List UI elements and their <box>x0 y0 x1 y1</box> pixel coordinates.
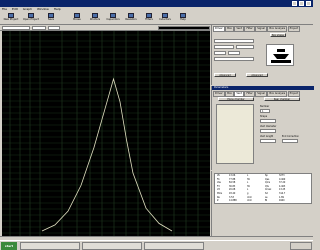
table-cell: ohm <box>247 199 252 203</box>
capacitors-button[interactable]: Capacitors <box>104 13 122 24</box>
boxes-button[interactable]: Boxes <box>68 13 86 24</box>
vent-length-field[interactable] <box>260 139 276 143</box>
advanced-button-1[interactable]: Advanced <box>214 73 236 77</box>
results-table: Vb 13.06 L Sp 3273 Fb 77.88 Hz Qes 0.469 Vas 84.58 L… <box>214 173 312 204</box>
tab-project-2[interactable]: Project <box>287 91 301 97</box>
tab-box-analysis-2[interactable]: Box Analysis <box>267 91 288 97</box>
save-button[interactable]: Save <box>42 13 60 24</box>
title-bar <box>0 0 313 7</box>
driver-field-4[interactable] <box>214 51 226 55</box>
tab-filter[interactable]: Filter <box>244 26 255 32</box>
graph-status-display <box>158 26 210 30</box>
end-correction-field[interactable] <box>282 139 298 143</box>
table-cell: Z <box>217 199 219 203</box>
parameters-tabs: Driver Box Vent Filter Signal Box Analysis Pro… <box>213 91 301 97</box>
taskbar-item-2[interactable] <box>82 242 142 250</box>
frequency-response-graph[interactable] <box>2 31 210 239</box>
chart-canvas <box>2 31 210 239</box>
tab-driver-2[interactable]: Driver <box>213 91 225 97</box>
rear-chamber-tab[interactable]: Rear chamber <box>264 97 300 101</box>
tab-box[interactable]: Box <box>225 26 234 32</box>
tab-box-2[interactable]: Box <box>225 91 234 97</box>
table-cell: 9440 <box>279 199 285 203</box>
maximize-button[interactable] <box>298 1 304 6</box>
driver-panel: Driver Box Vent Filter Signal Box Analysis Pro… <box>211 25 313 85</box>
end-correction-label: End Correction <box>282 135 299 138</box>
vent-diameter-field[interactable] <box>260 129 276 133</box>
new-project-button[interactable]: New Project <box>2 13 20 24</box>
table-cell: Bl <box>265 199 268 203</box>
table-cell: 14.888 <box>229 199 237 203</box>
menu-help[interactable]: Help <box>54 7 61 11</box>
close-button[interactable] <box>306 1 311 6</box>
main-toolbar: New Project Open Project Save Boxes Woof… <box>0 12 313 25</box>
vent-length-label: Vent length <box>260 135 274 138</box>
driver-field-6[interactable] <box>214 57 254 61</box>
driver-field-5[interactable] <box>228 51 240 55</box>
box-shape-button[interactable]: Box shape <box>270 33 286 37</box>
resistors-button[interactable]: Resistors <box>122 13 140 24</box>
open-project-button[interactable]: Open Project <box>22 13 40 24</box>
number-label: Number <box>260 105 270 108</box>
graph-scale-dropdown[interactable] <box>32 26 46 30</box>
parameters-panel: Parameters Driver Box Vent Filter Signal Box … <box>211 86 314 170</box>
driver-field-2[interactable] <box>214 45 234 49</box>
speaker-diagram <box>266 44 294 66</box>
graph-option-checkbox[interactable] <box>48 26 60 30</box>
results-panel: Vb 13.06 L Sp 3273 Fb 77.88 Hz Qes 0.469 Vas 84.58 L… <box>211 171 313 239</box>
help-button[interactable]: Help <box>174 13 192 24</box>
table-row: Z 14.888 ohm Bl 9440 <box>215 199 311 203</box>
menu-file[interactable]: File <box>2 7 7 11</box>
tab-project[interactable]: Project <box>287 26 301 32</box>
taskbar: start <box>0 240 313 250</box>
taskbar-item-1[interactable] <box>20 242 80 250</box>
inductors-button[interactable]: Inductors <box>156 13 174 24</box>
driver-name-field[interactable] <box>214 39 254 43</box>
plane-chamber-tab[interactable]: Plane chamber <box>218 97 254 101</box>
tab-box-analysis[interactable]: Box Analysis <box>267 26 288 32</box>
start-button[interactable]: start <box>1 242 17 250</box>
shape-label: Shape <box>260 115 268 118</box>
tab-signal-2[interactable]: Signal <box>255 91 267 97</box>
vent-diameter-label: Vent diameter <box>260 125 277 128</box>
parameters-header: Parameters <box>212 86 314 90</box>
menu-graph[interactable]: Graph <box>23 7 32 11</box>
tab-filter-2[interactable]: Filter <box>244 91 255 97</box>
speaker-icon <box>271 49 291 63</box>
graph-selection-dropdown[interactable] <box>2 26 30 30</box>
taskbar-item-3[interactable] <box>144 242 204 250</box>
tab-driver[interactable]: Driver <box>213 26 225 32</box>
driver-field-3[interactable] <box>236 45 254 49</box>
tab-vent[interactable]: Vent <box>234 26 244 32</box>
tab-signal[interactable]: Signal <box>255 26 267 32</box>
shape-dropdown[interactable] <box>260 119 276 123</box>
woofers-button[interactable]: Woofers <box>86 13 104 24</box>
menu-edit[interactable]: Edit <box>12 7 18 11</box>
driver-panel-tabs: Driver Box Vent Filter Signal Box Analysis Pro… <box>213 26 301 32</box>
clock <box>290 242 312 250</box>
minimize-button[interactable] <box>291 1 297 6</box>
number-field[interactable]: 1 <box>260 109 270 113</box>
vent-diagram <box>216 104 254 164</box>
advanced-button-2[interactable]: Advanced <box>246 73 268 77</box>
menu-window[interactable]: Window <box>37 7 49 11</box>
tab-vent-2[interactable]: Vent <box>234 91 244 97</box>
